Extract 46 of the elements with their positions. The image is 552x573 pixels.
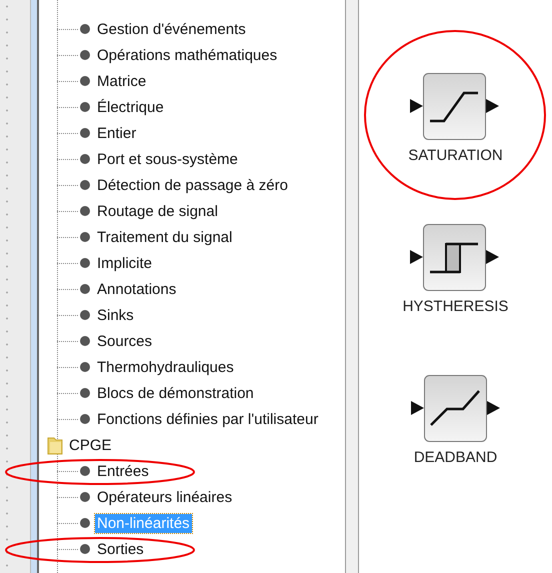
bullet-icon bbox=[79, 387, 91, 399]
bullet-icon bbox=[79, 257, 91, 269]
bullet-icon bbox=[79, 153, 91, 165]
bullet-icon bbox=[79, 179, 91, 191]
tree-item[interactable]: Implicite bbox=[95, 254, 154, 272]
tree-item[interactable]: Blocs de démonstration bbox=[95, 384, 256, 402]
bullet-icon bbox=[79, 309, 91, 321]
tree-item[interactable]: Électrique bbox=[95, 98, 166, 116]
tree-item[interactable]: Opérations mathématiques bbox=[95, 46, 280, 64]
tree-item[interactable]: Sinks bbox=[95, 306, 136, 324]
bullet-icon bbox=[79, 75, 91, 87]
bullet-icon bbox=[79, 491, 91, 503]
tree-item[interactable]: Fonctions définies par l'utilisateur bbox=[95, 410, 320, 428]
tree-item[interactable]: Port et sous-système bbox=[95, 150, 240, 168]
bullet-icon bbox=[79, 361, 91, 373]
tree-item[interactable]: Détection de passage à zéro bbox=[95, 176, 290, 194]
bullet-icon bbox=[79, 49, 91, 61]
bullet-icon bbox=[79, 205, 91, 217]
bullet-icon bbox=[79, 543, 91, 555]
tree-item[interactable]: Routage de signal bbox=[95, 202, 220, 220]
bullet-icon bbox=[79, 231, 91, 243]
folder-label[interactable]: CPGE bbox=[67, 436, 114, 454]
bullet-icon bbox=[79, 413, 91, 425]
bullet-icon bbox=[79, 517, 91, 529]
tree-item[interactable]: Matrice bbox=[95, 72, 148, 90]
hysteresis-block-icon[interactable] bbox=[410, 224, 500, 292]
bullet-icon bbox=[79, 465, 91, 477]
tree-item[interactable]: Sorties bbox=[95, 540, 146, 558]
tree-item[interactable]: Annotations bbox=[95, 280, 178, 298]
bullet-icon bbox=[79, 101, 91, 113]
block-label: DEADBAND bbox=[414, 449, 498, 466]
tree-item[interactable]: Traitement du signal bbox=[95, 228, 234, 246]
tree-item[interactable]: Entier bbox=[95, 124, 138, 142]
tree-item[interactable]: Gestion d'événements bbox=[95, 20, 248, 38]
block-label: HYSTHERESIS bbox=[402, 298, 508, 315]
block-label: SATURATION bbox=[408, 147, 503, 164]
deadband-block-icon[interactable] bbox=[410, 375, 500, 443]
saturation-block-icon[interactable] bbox=[410, 73, 500, 141]
bullet-icon bbox=[79, 127, 91, 139]
folder-icon bbox=[47, 435, 63, 455]
tree-item[interactable]: Opérateurs linéaires bbox=[95, 488, 234, 506]
bullet-icon bbox=[79, 335, 91, 347]
bullet-icon bbox=[79, 283, 91, 295]
bullet-icon bbox=[79, 23, 91, 35]
tree-item[interactable]: Sources bbox=[95, 332, 154, 350]
tree-item[interactable]: Thermohydrauliques bbox=[95, 358, 236, 376]
